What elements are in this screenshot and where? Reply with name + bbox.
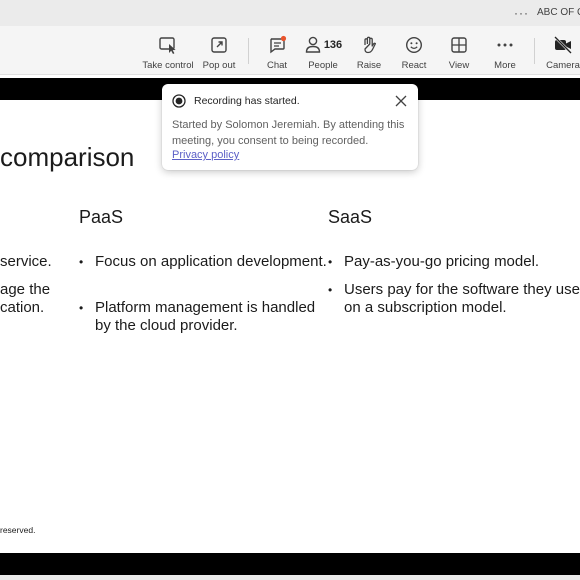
chat-label: Chat bbox=[266, 60, 288, 71]
recording-notification: Recording has started. Started by Solomo… bbox=[162, 84, 418, 170]
paas-heading: PaaS bbox=[79, 207, 124, 227]
recording-heading: Recording has started. bbox=[194, 95, 300, 107]
pop-out-label: Pop out bbox=[202, 60, 236, 71]
more-button[interactable]: More bbox=[491, 26, 519, 74]
bullet-dot: • bbox=[328, 255, 333, 269]
window-more-button[interactable]: ··· bbox=[514, 6, 529, 20]
people-icon-group: 136 bbox=[304, 34, 342, 56]
title-bar: ··· ABC OF Cl bbox=[0, 0, 580, 26]
take-control-button[interactable]: Take control bbox=[142, 26, 194, 74]
left-column-fragment: cation. bbox=[0, 299, 45, 316]
view-icon bbox=[449, 34, 469, 56]
camera-button[interactable]: Camera bbox=[546, 26, 580, 74]
react-label: React bbox=[401, 60, 427, 71]
bullet-dot: • bbox=[79, 301, 84, 315]
meeting-title: ABC OF Cl bbox=[537, 7, 580, 18]
saas-heading: SaaS bbox=[328, 207, 373, 227]
slide-footer: reserved. bbox=[0, 525, 36, 535]
take-control-icon bbox=[158, 34, 178, 56]
toolbar-divider bbox=[248, 38, 249, 64]
camera-label: Camera bbox=[546, 60, 580, 71]
raise-label: Raise bbox=[356, 60, 382, 71]
bullet-dot: • bbox=[79, 255, 84, 269]
chat-button[interactable]: Chat bbox=[263, 26, 291, 74]
left-column-fragment: age the bbox=[0, 281, 51, 298]
shared-screen-bottom-bar bbox=[0, 553, 580, 575]
react-button[interactable]: React bbox=[400, 26, 428, 74]
raise-button[interactable]: Raise bbox=[356, 26, 382, 74]
recording-message: Started by Solomon Jeremiah. By attendin… bbox=[172, 119, 405, 147]
chat-icon bbox=[267, 34, 287, 56]
camera-off-icon bbox=[553, 34, 573, 56]
stage-bottom-strip bbox=[0, 575, 580, 580]
paas-bullet-text: Platform management is handled by the cl… bbox=[95, 299, 316, 334]
bullet-dot: • bbox=[328, 283, 333, 297]
people-label: People bbox=[308, 60, 338, 71]
react-icon bbox=[404, 34, 424, 56]
privacy-policy-link[interactable]: Privacy policy bbox=[172, 149, 239, 161]
toolbar-divider bbox=[534, 38, 535, 64]
slide-title: comparison bbox=[0, 142, 135, 172]
take-control-label: Take control bbox=[142, 60, 194, 71]
recording-icon bbox=[172, 94, 186, 113]
more-label: More bbox=[494, 60, 516, 71]
people-button[interactable]: 136 People bbox=[302, 26, 344, 74]
saas-bullet-text: Users pay for the software they use on a… bbox=[344, 281, 580, 316]
close-icon[interactable] bbox=[395, 94, 407, 112]
pop-out-button[interactable]: Pop out bbox=[200, 26, 238, 74]
more-icon bbox=[495, 34, 515, 56]
meeting-toolbar: Take control Pop out Chat 136 People Rai… bbox=[0, 26, 580, 75]
raise-hand-icon bbox=[359, 34, 379, 56]
people-icon bbox=[305, 36, 321, 53]
paas-bullet-text: Focus on application development. bbox=[95, 253, 327, 270]
pop-out-icon bbox=[209, 34, 229, 56]
left-column-fragment: service. bbox=[0, 253, 52, 270]
view-button[interactable]: View bbox=[446, 26, 472, 74]
view-label: View bbox=[448, 60, 470, 71]
saas-bullet-text: Pay-as-you-go pricing model. bbox=[344, 253, 540, 270]
participant-count: 136 bbox=[323, 39, 343, 51]
